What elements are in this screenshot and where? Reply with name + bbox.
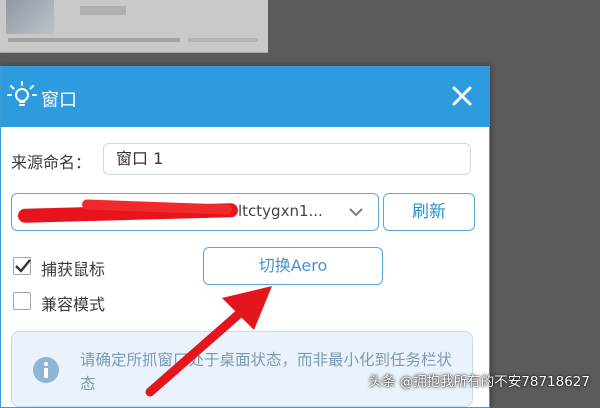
window-select-dropdown[interactable]: ltctygxn1...	[11, 193, 379, 231]
window-source-dialog: 窗口 来源命名： 窗口 1 ltctygxn1... 刷新 捕获鼠标 切换Aer…	[0, 66, 490, 408]
watermark-text: 头条 @拥抱我所有的不安78718627	[368, 374, 590, 390]
dialog-titlebar: 窗口	[1, 67, 489, 127]
window-select-value: ltctygxn1...	[238, 202, 323, 220]
background-text-blur	[80, 6, 126, 15]
background-divider	[8, 38, 180, 42]
background-divider	[188, 38, 258, 42]
refresh-button[interactable]: 刷新	[383, 193, 475, 231]
dialog-title: 窗口	[41, 90, 77, 111]
toggle-aero-button[interactable]: 切换Aero	[203, 247, 383, 285]
close-icon[interactable]	[449, 83, 475, 109]
compat-mode-checkbox[interactable]	[13, 292, 31, 310]
info-notice: 请确定所抓窗口处于桌面状态，而非最小化到任务栏状态	[11, 331, 473, 407]
lightbulb-icon	[7, 81, 37, 106]
compat-mode-label: 兼容模式	[41, 295, 106, 314]
background-thumbnail	[6, 0, 54, 34]
info-icon	[33, 357, 59, 383]
capture-mouse-label: 捕获鼠标	[41, 260, 106, 279]
capture-mouse-checkbox[interactable]	[13, 257, 31, 275]
source-name-input[interactable]: 窗口 1	[103, 143, 471, 175]
chevron-down-icon	[349, 208, 363, 217]
source-name-label: 来源命名：	[11, 153, 92, 172]
checkmark-icon	[15, 259, 31, 273]
background-window	[0, 0, 268, 53]
